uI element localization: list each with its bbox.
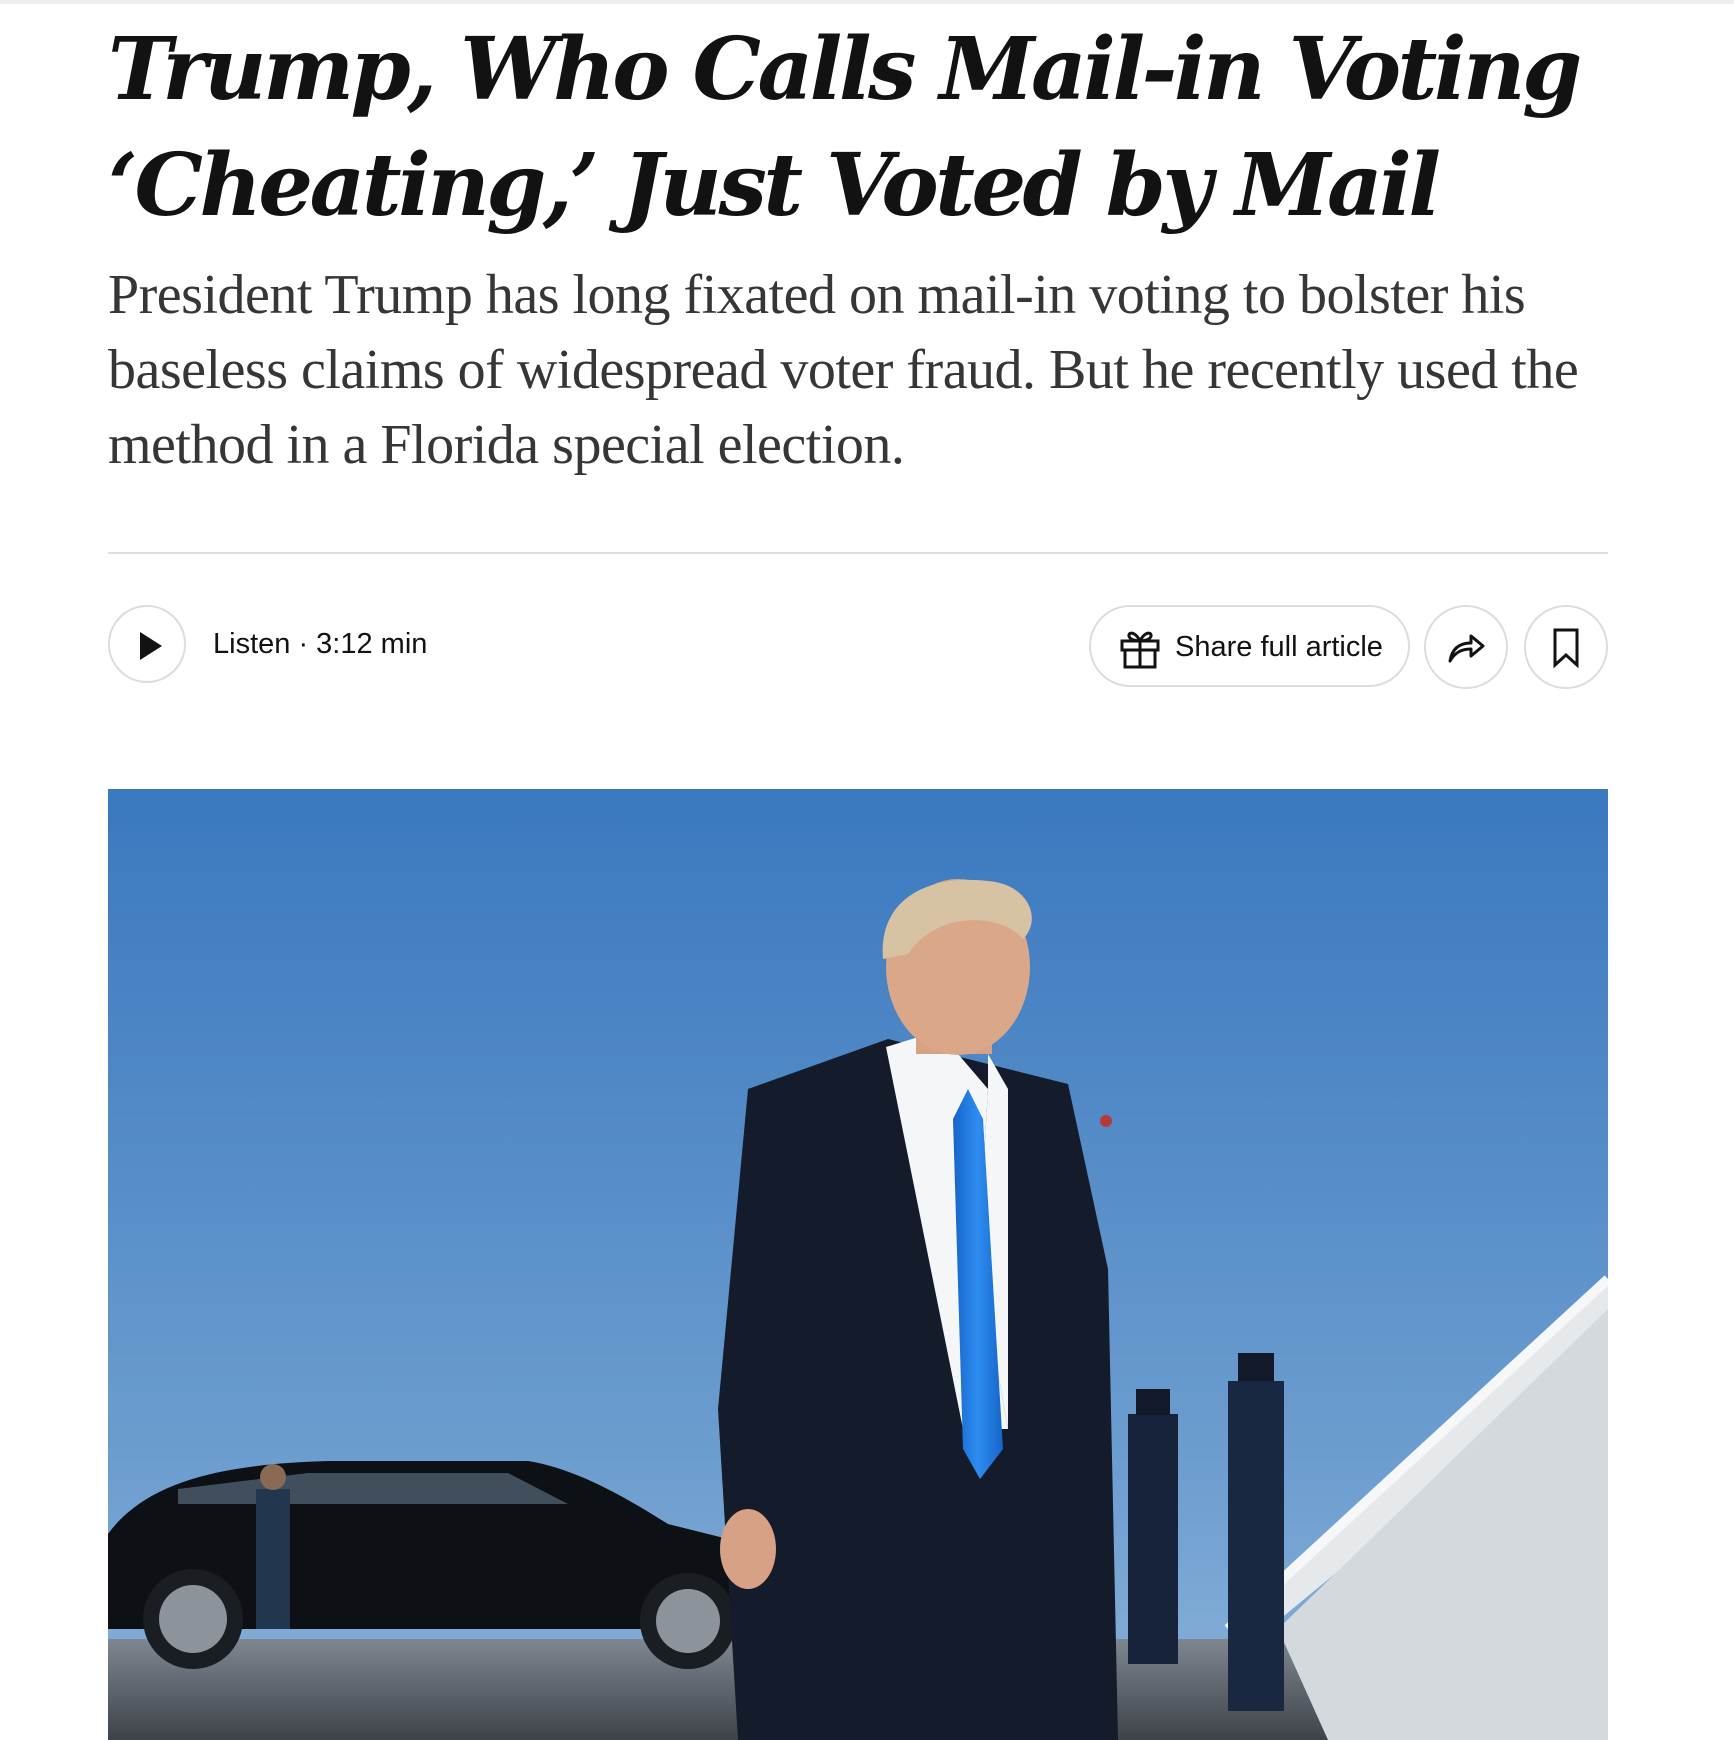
bookmark-icon [1553,628,1579,669]
article-toolbar: Listen · 3:12 min Share full article [108,605,1608,689]
listen-play-button[interactable] [108,605,186,683]
share-full-article-label: Share full article [1175,631,1383,663]
gift-icon [1120,631,1160,669]
save-bookmark-button[interactable] [1524,605,1608,689]
article-summary: President Trump has long fixated on mail… [108,264,1579,476]
share-arrow-icon [1448,634,1485,663]
share-full-article-button[interactable]: Share full article [1089,605,1410,687]
play-icon [140,632,162,660]
divider [108,552,1608,554]
listen-duration-label: Listen · 3:12 min [213,628,428,660]
share-button[interactable] [1424,605,1508,689]
lead-photo [108,789,1608,1740]
page-top-edge [0,0,1734,4]
article-headline: Trump, Who Calls Mail-in Voting ‘Cheatin… [108,19,1582,236]
